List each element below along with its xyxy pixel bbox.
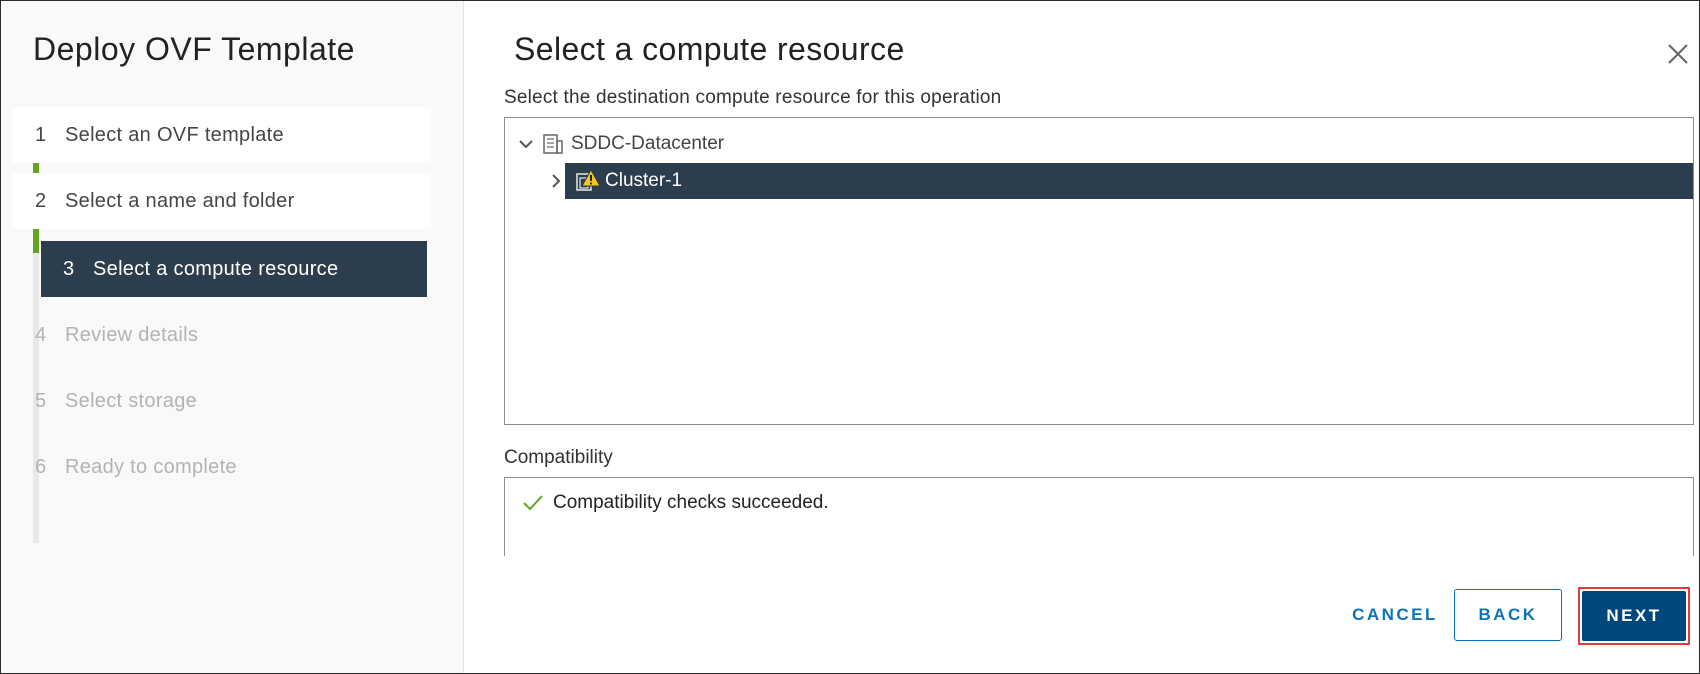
compatibility-panel: Compatibility checks succeeded.: [504, 477, 1694, 556]
step-select-name-folder[interactable]: 2 Select a name and folder: [13, 173, 431, 229]
step-label: Review details: [65, 323, 199, 346]
step-label: Select storage: [65, 389, 198, 412]
compatibility-label: Compatibility: [504, 447, 613, 468]
close-icon[interactable]: [1663, 39, 1693, 69]
compatibility-message-row: Compatibility checks succeeded.: [521, 492, 829, 514]
tree-node-datacenter[interactable]: SDDC-Datacenter: [515, 126, 724, 162]
step-label: Select a compute resource: [93, 257, 339, 280]
step-number: 4: [35, 323, 47, 346]
tree-node-label: SDDC-Datacenter: [571, 133, 725, 154]
selected-row-highlight[interactable]: Cluster-1: [565, 163, 1693, 199]
page-subtitle: Select the destination compute resource …: [504, 87, 1002, 108]
compute-resource-tree[interactable]: SDDC-Datacenter Cluster-1: [504, 117, 1694, 425]
step-label: Select a name and folder: [65, 189, 295, 212]
tree-node-cluster[interactable]: Cluster-1: [545, 163, 1693, 199]
next-button[interactable]: NEXT: [1582, 591, 1686, 641]
step-number: 2: [35, 189, 47, 212]
wizard-title: Deploy OVF Template: [33, 31, 355, 67]
step-number: 1: [35, 123, 47, 146]
back-button[interactable]: BACK: [1454, 589, 1562, 641]
check-icon: [521, 493, 545, 513]
chevron-down-icon[interactable]: [515, 133, 537, 155]
chevron-right-icon[interactable]: [545, 170, 567, 192]
step-select-ovf-template[interactable]: 1 Select an OVF template: [13, 107, 431, 163]
datacenter-icon: [541, 132, 565, 156]
cancel-button[interactable]: CANCEL: [1332, 589, 1458, 641]
step-label: Ready to complete: [65, 455, 237, 478]
step-label: Select an OVF template: [65, 123, 284, 146]
tree-node-label: Cluster-1: [605, 170, 683, 191]
deploy-ovf-wizard: Deploy OVF Template 1 Select an OVF temp…: [0, 0, 1700, 674]
wizard-nav: Deploy OVF Template 1 Select an OVF temp…: [1, 1, 464, 673]
step-select-storage: 5 Select storage: [13, 373, 431, 429]
step-ready-to-complete: 6 Ready to complete: [13, 439, 431, 495]
wizard-content: Select a compute resource Select the des…: [464, 1, 1699, 673]
step-number: 5: [35, 389, 47, 412]
step-number: 3: [63, 257, 75, 280]
cluster-warning-icon: [575, 168, 601, 193]
step-number: 6: [35, 455, 47, 478]
page-title: Select a compute resource: [514, 31, 905, 67]
compatibility-message: Compatibility checks succeeded.: [553, 492, 829, 513]
step-select-compute-resource[interactable]: 3 Select a compute resource: [41, 241, 427, 297]
step-review-details: 4 Review details: [13, 307, 431, 363]
